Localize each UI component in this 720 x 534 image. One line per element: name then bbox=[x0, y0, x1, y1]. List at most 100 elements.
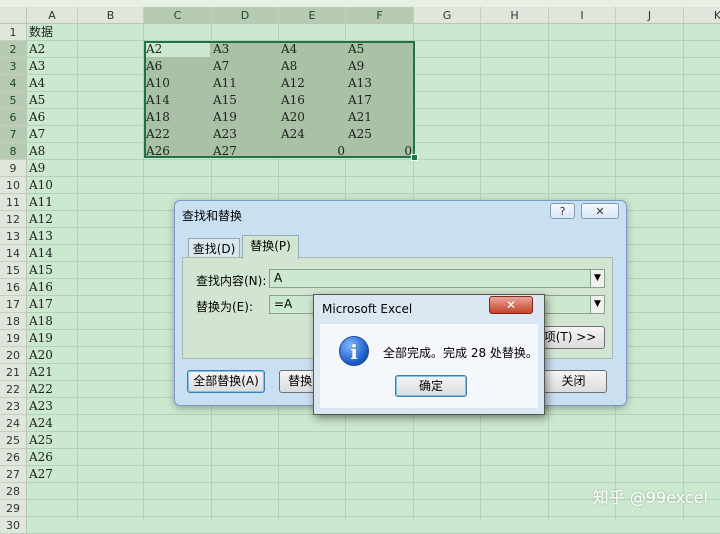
range-cell[interactable]: A7 bbox=[213, 58, 229, 75]
range-cell[interactable]: A15 bbox=[213, 92, 237, 109]
row-header[interactable]: 2 bbox=[0, 41, 27, 58]
cell-a[interactable]: A18 bbox=[29, 313, 53, 330]
row-header[interactable]: 10 bbox=[0, 177, 27, 194]
range-cell[interactable]: A2 bbox=[146, 41, 162, 58]
row-header[interactable]: 13 bbox=[0, 228, 27, 245]
row-header[interactable]: 27 bbox=[0, 466, 27, 483]
row-header[interactable]: 29 bbox=[0, 500, 27, 517]
message-close-button[interactable]: ✕ bbox=[489, 296, 533, 314]
range-cell[interactable]: A24 bbox=[281, 126, 305, 143]
range-cell[interactable]: A19 bbox=[213, 109, 237, 126]
row-header[interactable]: 28 bbox=[0, 483, 27, 500]
cell-a[interactable]: A20 bbox=[29, 347, 53, 364]
range-cell[interactable]: A11 bbox=[213, 75, 237, 92]
range-cell[interactable]: A16 bbox=[281, 92, 305, 109]
range-cell[interactable]: A4 bbox=[281, 41, 297, 58]
row-header[interactable]: 3 bbox=[0, 58, 27, 75]
range-cell[interactable]: A27 bbox=[213, 143, 237, 160]
range-cell[interactable]: A13 bbox=[348, 75, 372, 92]
row-header[interactable]: 17 bbox=[0, 296, 27, 313]
row-header[interactable]: 14 bbox=[0, 245, 27, 262]
range-cell[interactable]: A6 bbox=[146, 58, 162, 75]
cell-a[interactable]: A19 bbox=[29, 330, 53, 347]
row-header[interactable]: 25 bbox=[0, 432, 27, 449]
row-header[interactable]: 4 bbox=[0, 75, 27, 92]
row-header[interactable]: 20 bbox=[0, 347, 27, 364]
column-header[interactable]: B bbox=[78, 7, 144, 24]
range-cell[interactable]: A14 bbox=[146, 92, 170, 109]
range-cell[interactable]: A20 bbox=[281, 109, 305, 126]
cell-a[interactable]: A24 bbox=[29, 415, 53, 432]
range-cell[interactable]: A9 bbox=[348, 58, 364, 75]
cell-a[interactable]: A26 bbox=[29, 449, 53, 466]
cell-a[interactable]: A14 bbox=[29, 245, 53, 262]
select-all-corner[interactable] bbox=[0, 7, 27, 24]
find-input[interactable]: A bbox=[269, 269, 591, 288]
row-header[interactable]: 1 bbox=[0, 24, 27, 41]
column-header[interactable]: A bbox=[27, 7, 78, 24]
cell-a[interactable]: A2 bbox=[29, 41, 45, 58]
cell-a[interactable]: A15 bbox=[29, 262, 53, 279]
fill-handle[interactable] bbox=[411, 154, 418, 161]
cell-a[interactable]: A4 bbox=[29, 75, 45, 92]
tab-replace[interactable]: 替换(P) bbox=[242, 235, 299, 259]
row-header[interactable]: 15 bbox=[0, 262, 27, 279]
row-header[interactable]: 26 bbox=[0, 449, 27, 466]
cell-a[interactable]: A21 bbox=[29, 364, 53, 381]
cell-a[interactable]: A11 bbox=[29, 194, 53, 211]
cell-a[interactable]: A22 bbox=[29, 381, 53, 398]
row-header[interactable]: 24 bbox=[0, 415, 27, 432]
cell-a[interactable]: A5 bbox=[29, 92, 45, 109]
range-cell[interactable]: 0 bbox=[398, 143, 412, 160]
range-cell[interactable]: A18 bbox=[146, 109, 170, 126]
column-header[interactable]: J bbox=[616, 7, 684, 24]
row-header[interactable]: 7 bbox=[0, 126, 27, 143]
cell-a[interactable]: A6 bbox=[29, 109, 45, 126]
row-header[interactable]: 18 bbox=[0, 313, 27, 330]
cell-a[interactable]: A12 bbox=[29, 211, 53, 228]
range-cell[interactable]: A5 bbox=[348, 41, 364, 58]
dialog-close-button[interactable]: ✕ bbox=[581, 203, 619, 219]
tab-find[interactable]: 查找(D) bbox=[188, 238, 240, 258]
row-header[interactable]: 23 bbox=[0, 398, 27, 415]
column-header[interactable]: C bbox=[144, 7, 212, 24]
row-header[interactable]: 6 bbox=[0, 109, 27, 126]
column-header[interactable]: I bbox=[549, 7, 616, 24]
cell-a[interactable]: A17 bbox=[29, 296, 53, 313]
row-header[interactable]: 5 bbox=[0, 92, 27, 109]
range-cell[interactable]: A8 bbox=[281, 58, 297, 75]
row-header[interactable]: 22 bbox=[0, 381, 27, 398]
help-button[interactable]: ? bbox=[550, 203, 575, 219]
range-cell[interactable]: A3 bbox=[213, 41, 229, 58]
cell-a[interactable]: A8 bbox=[29, 143, 45, 160]
row-header[interactable]: 11 bbox=[0, 194, 27, 211]
range-cell[interactable]: A23 bbox=[213, 126, 237, 143]
column-header[interactable]: E bbox=[279, 7, 346, 24]
column-header[interactable]: D bbox=[212, 7, 279, 24]
column-header[interactable]: F bbox=[346, 7, 414, 24]
ok-button[interactable]: 确定 bbox=[395, 375, 467, 397]
column-header[interactable]: K bbox=[684, 7, 720, 24]
column-header[interactable]: G bbox=[414, 7, 481, 24]
range-cell[interactable]: A12 bbox=[281, 75, 305, 92]
cell-a[interactable]: A23 bbox=[29, 398, 53, 415]
replace-dropdown[interactable]: ▼ bbox=[590, 295, 605, 314]
row-header[interactable]: 9 bbox=[0, 160, 27, 177]
cell-a[interactable]: A25 bbox=[29, 432, 53, 449]
cell-a[interactable]: A9 bbox=[29, 160, 45, 177]
cell-a[interactable]: 数据 bbox=[29, 24, 53, 41]
selected-range[interactable] bbox=[144, 41, 415, 158]
cell-a[interactable]: A13 bbox=[29, 228, 53, 245]
column-header[interactable]: H bbox=[481, 7, 549, 24]
row-header[interactable]: 12 bbox=[0, 211, 27, 228]
row-header[interactable]: 21 bbox=[0, 364, 27, 381]
range-cell[interactable]: A22 bbox=[146, 126, 170, 143]
cell-a[interactable]: A27 bbox=[29, 466, 53, 483]
range-cell[interactable]: A21 bbox=[348, 109, 372, 126]
close-button[interactable]: 关闭 bbox=[540, 370, 607, 393]
cell-a[interactable]: A10 bbox=[29, 177, 53, 194]
row-header[interactable]: 19 bbox=[0, 330, 27, 347]
row-header[interactable]: 16 bbox=[0, 279, 27, 296]
range-cell[interactable]: 0 bbox=[331, 143, 345, 160]
cell-a[interactable]: A16 bbox=[29, 279, 53, 296]
